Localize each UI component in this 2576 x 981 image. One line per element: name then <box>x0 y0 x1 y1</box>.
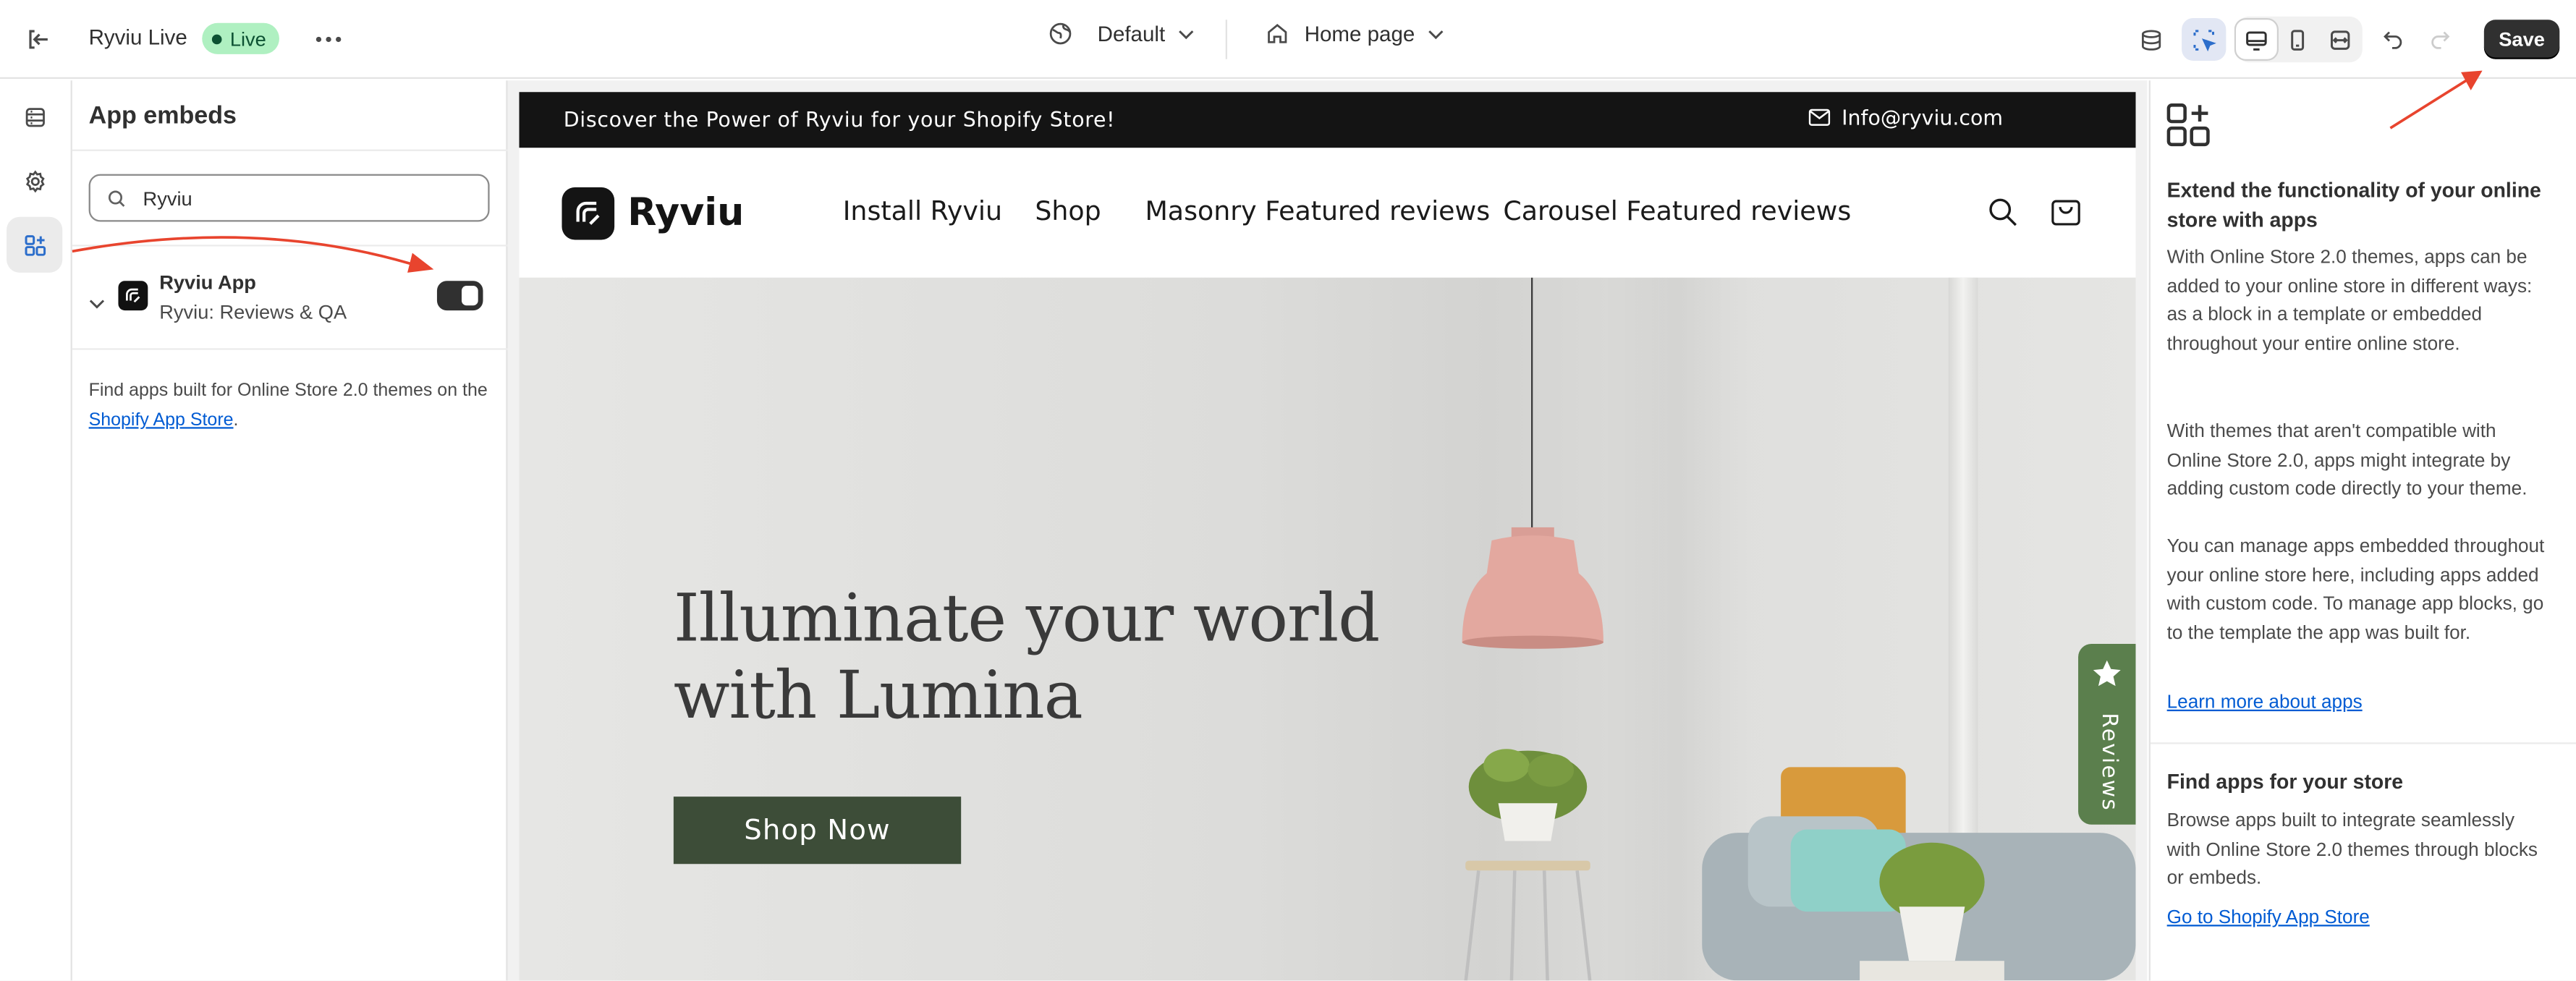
theme-dropdown[interactable]: Default <box>1048 22 1195 46</box>
find-apps-label: Find apps built for Online Store 2.0 the… <box>88 381 488 401</box>
site-logo-text: Ryviu <box>627 192 745 235</box>
fullscreen-view-button[interactable] <box>2318 18 2363 61</box>
ryviu-app-logo <box>118 281 148 311</box>
announcement-bar[interactable]: Discover the Power of Ryviu for your Sho… <box>519 92 2136 148</box>
theme-settings-button[interactable] <box>7 153 62 208</box>
app-name: Ryviu App <box>159 271 256 294</box>
announcement-email[interactable]: Info@ryviu.com <box>1808 105 2004 130</box>
sidebar-paragraph-1: With Online Store 2.0 themes, apps can b… <box>2166 247 2533 354</box>
page-dropdown-label: Home page <box>1304 21 1415 46</box>
mail-icon <box>1808 109 1831 126</box>
theme-dropdown-label: Default <box>1097 21 1166 46</box>
sidebar-paragraph-3: You can manage apps embedded throughout … <box>2166 537 2545 644</box>
divider <box>1225 20 1227 59</box>
sidebar-paragraph-2: With themes that aren't compatible with … <box>2166 422 2528 500</box>
desktop-view-button[interactable] <box>2234 17 2279 61</box>
nav-link-install[interactable]: Install Ryviu <box>843 195 1002 226</box>
status-badge-label: Live <box>229 27 266 51</box>
toggle-knob <box>461 286 478 306</box>
nav-link-carousel[interactable]: Carousel Featured reviews <box>1503 195 1851 226</box>
layout-sections-icon <box>25 107 44 127</box>
chevron-down-icon <box>1428 29 1444 39</box>
app-embed-row[interactable]: Ryviu App Ryviu: Reviews & QA <box>72 265 508 350</box>
ryviu-logo-icon <box>562 187 615 240</box>
app-subtitle: Ryviu: Reviews & QA <box>159 300 347 324</box>
store-preview: Discover the Power of Ryviu for your Sho… <box>507 80 2148 981</box>
find-apps-text: Find apps built for Online Store 2.0 the… <box>89 376 491 436</box>
more-actions-icon[interactable] <box>314 25 344 54</box>
app-embed-toggle[interactable] <box>436 281 483 311</box>
panel-title: App embeds <box>88 101 237 130</box>
undo-button[interactable] <box>2370 18 2415 61</box>
theme-editor: Ryviu Live Live Default Home page Save A… <box>0 0 2576 981</box>
live-dot-icon <box>211 33 222 44</box>
search-icon[interactable] <box>1988 197 2017 226</box>
storefront[interactable]: Discover the Power of Ryviu for your Sho… <box>519 92 2136 981</box>
reviews-tab-label: Reviews <box>2096 713 2122 812</box>
side-table-plant-image <box>1464 749 1592 981</box>
star-icon <box>2093 660 2121 687</box>
apps-add-icon <box>2166 103 2210 147</box>
mobile-icon <box>2291 29 2305 50</box>
divider <box>72 348 508 350</box>
fullwidth-icon <box>2330 30 2350 49</box>
hero-banner: Illuminate your world with Lumina Shop N… <box>519 277 2136 981</box>
save-button[interactable]: Save <box>2483 20 2560 59</box>
redo-button[interactable] <box>2417 18 2461 61</box>
status-badge: Live <box>202 22 280 54</box>
store-name: Ryviu Live <box>88 25 187 50</box>
redo-icon <box>2431 31 2449 49</box>
help-sidebar: Extend the functionality of your online … <box>2148 80 2576 981</box>
nav-link-shop[interactable]: Shop <box>1035 195 1101 226</box>
nav-link-masonry[interactable]: Masonry Featured reviews <box>1145 195 1490 226</box>
undo-icon <box>2382 31 2402 49</box>
reviews-floating-tab[interactable]: Reviews <box>2078 643 2136 825</box>
find-apps-heading: Find apps for your store <box>2166 770 2404 794</box>
app-embeds-panel: App embeds Ryviu App Ryviu: Reviews & QA… <box>72 80 508 981</box>
pendant-lamp-image <box>1462 527 1603 649</box>
sections-nav-button[interactable] <box>7 89 62 145</box>
learn-more-link[interactable]: Learn more about apps <box>2167 693 2363 713</box>
database-icon <box>2141 29 2161 50</box>
search-icon <box>108 190 125 206</box>
select-cursor-icon <box>2193 29 2216 51</box>
apps-icon <box>24 234 45 255</box>
sidebar-heading: Extend the functionality of your online … <box>2166 179 2541 232</box>
home-icon <box>1268 24 1287 43</box>
inspector-button[interactable] <box>2182 17 2227 61</box>
email-text: Info@ryviu.com <box>1842 105 2004 130</box>
sofa-image <box>1702 767 2136 981</box>
left-rail <box>0 80 72 981</box>
mobile-view-button[interactable] <box>2276 18 2320 61</box>
search-field[interactable] <box>88 174 490 222</box>
announcement-text: Discover the Power of Ryviu for your Sho… <box>563 106 1116 132</box>
search-input[interactable] <box>143 186 455 210</box>
cart-icon[interactable] <box>2050 195 2081 226</box>
app-store-link[interactable]: Go to Shopify App Store <box>2167 909 2370 928</box>
desktop-icon <box>2246 30 2267 50</box>
shop-now-button[interactable]: Shop Now <box>673 797 962 865</box>
find-apps-suffix: . <box>233 410 239 430</box>
divider <box>72 149 508 151</box>
shopify-app-store-link[interactable]: Shopify App Store <box>89 411 234 430</box>
hero-title: Illuminate your world with Lumina <box>673 581 1380 736</box>
chevron-down-icon[interactable] <box>89 287 106 317</box>
app-embeds-nav-button[interactable] <box>7 216 63 273</box>
divider <box>72 245 508 247</box>
divider <box>2150 742 2576 744</box>
gear-icon <box>25 169 44 192</box>
exit-icon[interactable] <box>23 25 53 54</box>
site-logo[interactable]: Ryviu <box>562 187 744 240</box>
page-dropdown[interactable]: Home page <box>1265 22 1444 46</box>
globe-icon <box>1049 22 1072 45</box>
lamp-cord <box>1531 277 1533 536</box>
top-bar: Ryviu Live Live Default Home page Save <box>0 0 2576 79</box>
hero-title-line1: Illuminate your world <box>673 581 1380 658</box>
site-header: Ryviu Install Ryviu Shop Masonry Feature… <box>519 148 2136 278</box>
sections-toggle-button[interactable] <box>2129 18 2173 61</box>
chevron-down-icon <box>1179 29 1194 39</box>
find-apps-paragraph: Browse apps built to integrate seamlessl… <box>2166 811 2538 889</box>
hero-title-line2: with Lumina <box>673 658 1083 734</box>
